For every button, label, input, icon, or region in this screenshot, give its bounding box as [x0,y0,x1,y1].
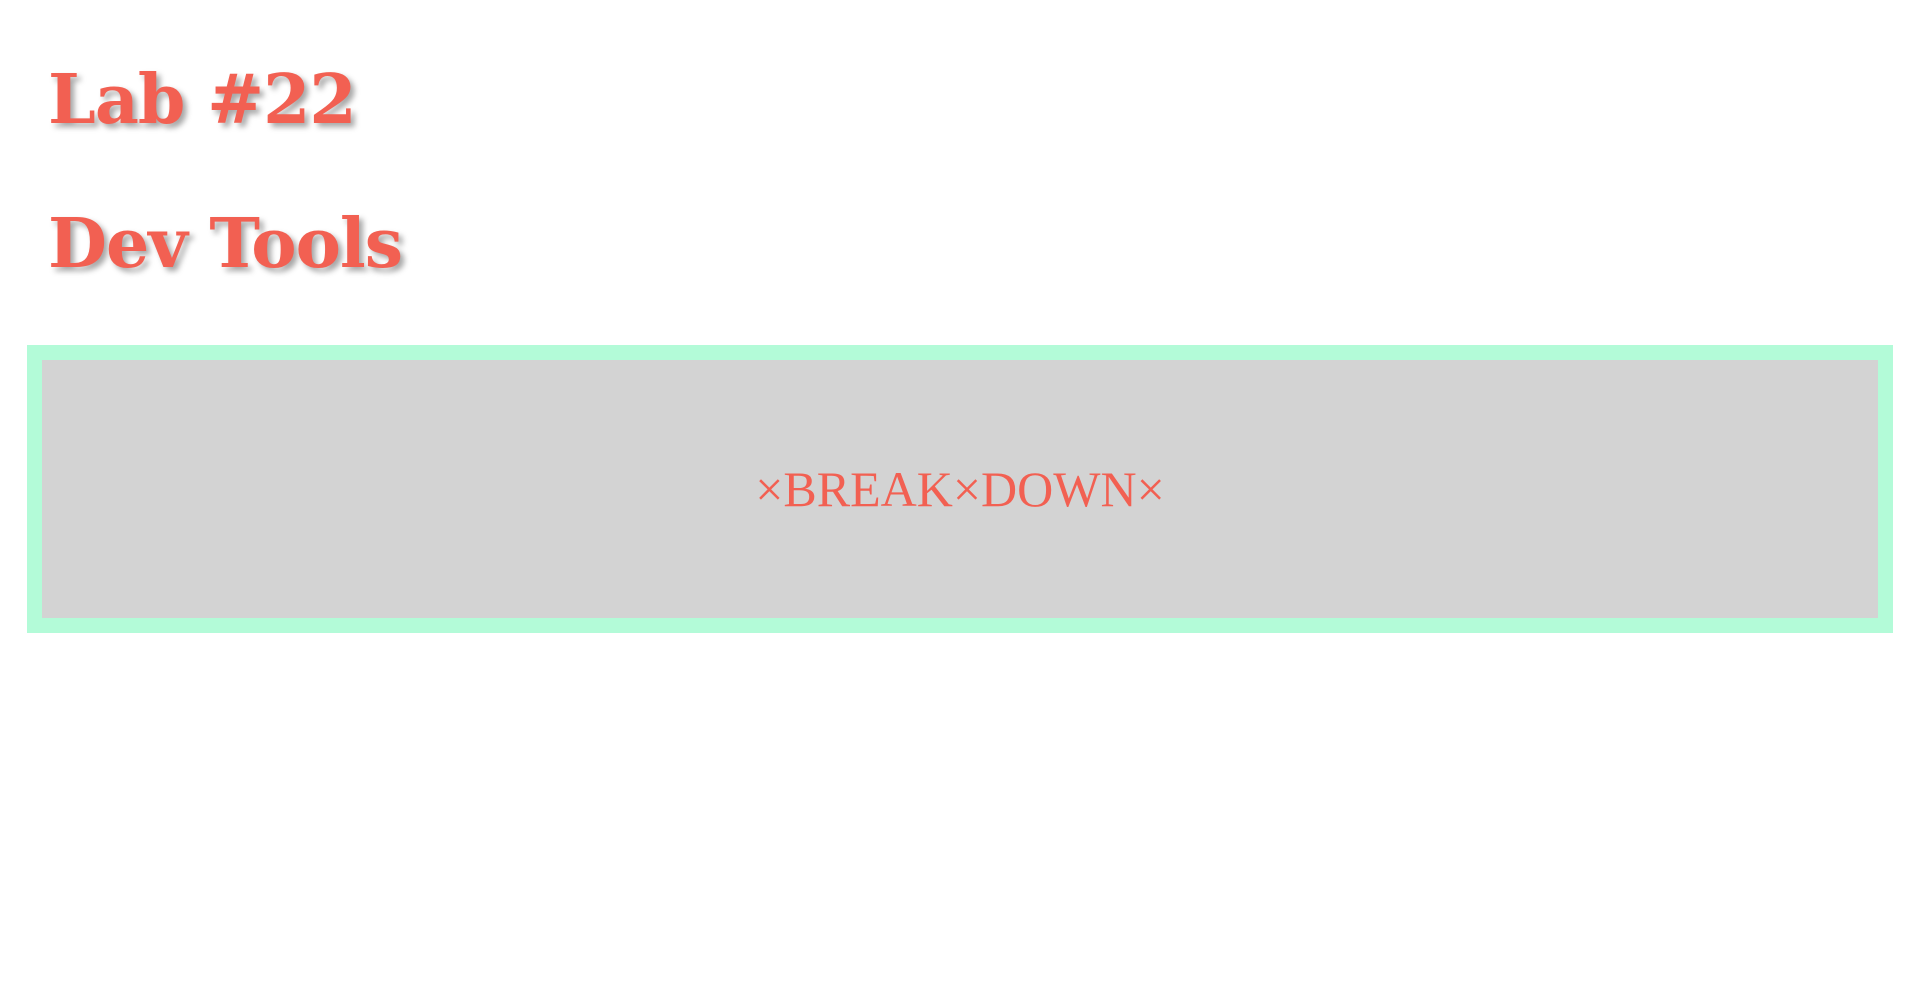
page-title-lab: Lab #22 [48,60,357,140]
breakdown-banner-border: ×BREAK×DOWN× [27,345,1893,633]
page-title-dev-tools: Dev Tools [48,204,403,284]
breakdown-banner: ×BREAK×DOWN× [42,360,1878,618]
breakdown-banner-text: ×BREAK×DOWN× [755,461,1165,517]
